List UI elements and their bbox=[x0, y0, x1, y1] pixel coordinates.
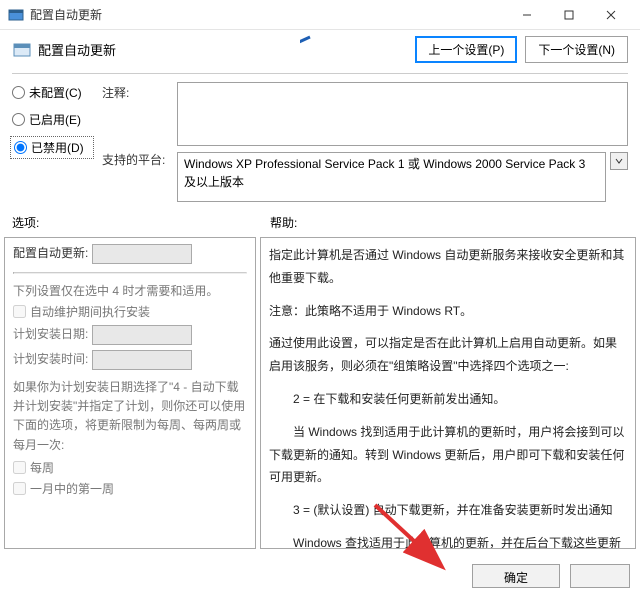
chk-first-week-row[interactable]: 一月中的第一周 bbox=[13, 480, 247, 497]
help-p5: 当 Windows 找到适用于此计算机的更新时，用户将会接到可以下载更新的通知。… bbox=[269, 421, 627, 489]
window-title: 配置自动更新 bbox=[30, 6, 506, 23]
next-setting-button[interactable]: 下一个设置(N) bbox=[525, 36, 628, 63]
radio-label: 已启用(E) bbox=[29, 111, 81, 128]
chk-first-week-label: 一月中的第一周 bbox=[30, 480, 114, 497]
chk-maintenance[interactable] bbox=[13, 305, 26, 318]
minimize-button[interactable] bbox=[506, 1, 548, 29]
options-panel[interactable]: 配置自动更新: 下列设置仅在选中 4 时才需要和适用。 自动维护期间执行安装 计… bbox=[4, 237, 256, 549]
platform-row: Windows XP Professional Service Pack 1 或… bbox=[177, 152, 628, 202]
panels: 配置自动更新: 下列设置仅在选中 4 时才需要和适用。 自动维护期间执行安装 计… bbox=[0, 233, 640, 553]
chk-weekly[interactable] bbox=[13, 461, 26, 474]
help-p4: 2 = 在下载和安装任何更新前发出通知。 bbox=[269, 388, 627, 411]
note-when4: 下列设置仅在选中 4 时才需要和适用。 bbox=[13, 282, 247, 299]
page-title: 配置自动更新 bbox=[38, 40, 415, 59]
options-label: 选项: bbox=[12, 214, 270, 231]
help-p1: 指定此计算机是否通过 Windows 自动更新服务来接收安全更新和其他重要下载。 bbox=[269, 244, 627, 290]
sched-time-row: 计划安装时间: bbox=[13, 350, 247, 370]
options-title: 配置自动更新: bbox=[13, 244, 247, 264]
platform-dropdown-button[interactable] bbox=[610, 152, 628, 170]
next-footer-button[interactable] bbox=[570, 564, 630, 588]
app-icon bbox=[8, 7, 24, 23]
radio-enabled[interactable]: 已启用(E) bbox=[12, 111, 92, 128]
chk-first-week[interactable] bbox=[13, 482, 26, 495]
options-select[interactable] bbox=[92, 244, 192, 264]
platforms-label: 支持的平台: bbox=[102, 151, 167, 168]
ok-button[interactable]: 确定 bbox=[472, 564, 560, 588]
titlebar: 配置自动更新 bbox=[0, 0, 640, 30]
long-note: 如果你为计划安装日期选择了"4 - 自动下载并计划安装"并指定了计划，则你还可以… bbox=[13, 378, 247, 455]
sched-date-row: 计划安装日期: bbox=[13, 325, 247, 345]
comment-label: 注释: bbox=[102, 84, 167, 101]
radio-enabled-input[interactable] bbox=[12, 113, 25, 126]
help-p3: 通过使用此设置，可以指定是否在此计算机上启用自动更新。如果启用该服务，则必须在"… bbox=[269, 332, 627, 378]
nav-buttons: 上一个设置(P) 下一个设置(N) bbox=[415, 36, 628, 63]
chk-maintenance-row[interactable]: 自动维护期间执行安装 bbox=[13, 303, 247, 320]
sched-time-select[interactable] bbox=[92, 350, 192, 370]
radio-group: 未配置(C) 已启用(E) 已禁用(D) bbox=[12, 82, 92, 202]
radio-disabled[interactable]: 已禁用(D) bbox=[12, 138, 92, 157]
divider bbox=[13, 272, 247, 274]
help-panel[interactable]: 指定此计算机是否通过 Windows 自动更新服务来接收安全更新和其他重要下载。… bbox=[260, 237, 636, 549]
chk-weekly-label: 每周 bbox=[30, 459, 54, 476]
close-button[interactable] bbox=[590, 1, 632, 29]
radio-not-configured-input[interactable] bbox=[12, 86, 25, 99]
maximize-button[interactable] bbox=[548, 1, 590, 29]
help-p2: 注意：此策略不适用于 Windows RT。 bbox=[269, 300, 627, 323]
radio-label: 已禁用(D) bbox=[31, 139, 84, 156]
help-p6: 3 = (默认设置) 自动下载更新，并在准备安装更新时发出通知 bbox=[269, 499, 627, 522]
platform-text: Windows XP Professional Service Pack 1 或… bbox=[177, 152, 606, 202]
footer-buttons: 确定 bbox=[472, 564, 630, 588]
section-labels: 选项: 帮助: bbox=[0, 212, 640, 233]
prev-setting-button[interactable]: 上一个设置(P) bbox=[415, 36, 517, 63]
label-column: 注释: 支持的平台: bbox=[102, 82, 167, 202]
radio-not-configured[interactable]: 未配置(C) bbox=[12, 84, 92, 101]
window-controls bbox=[506, 1, 632, 29]
radio-label: 未配置(C) bbox=[29, 84, 82, 101]
radio-disabled-input[interactable] bbox=[14, 141, 27, 154]
field-column: Windows XP Professional Service Pack 1 或… bbox=[177, 82, 628, 202]
chk-weekly-row[interactable]: 每周 bbox=[13, 459, 247, 476]
policy-icon bbox=[12, 40, 32, 60]
help-label: 帮助: bbox=[270, 214, 297, 231]
help-p7: Windows 查找适用于此计算机的更新，并在后台下载这些更新（在此过程中，用户… bbox=[269, 532, 627, 549]
chk-maintenance-label: 自动维护期间执行安装 bbox=[30, 303, 150, 320]
header-row: 配置自动更新 上一个设置(P) 下一个设置(N) bbox=[0, 30, 640, 73]
sched-date-select[interactable] bbox=[92, 325, 192, 345]
config-row: 未配置(C) 已启用(E) 已禁用(D) 注释: 支持的平台: Windows … bbox=[0, 74, 640, 206]
comment-textarea[interactable] bbox=[177, 82, 628, 146]
